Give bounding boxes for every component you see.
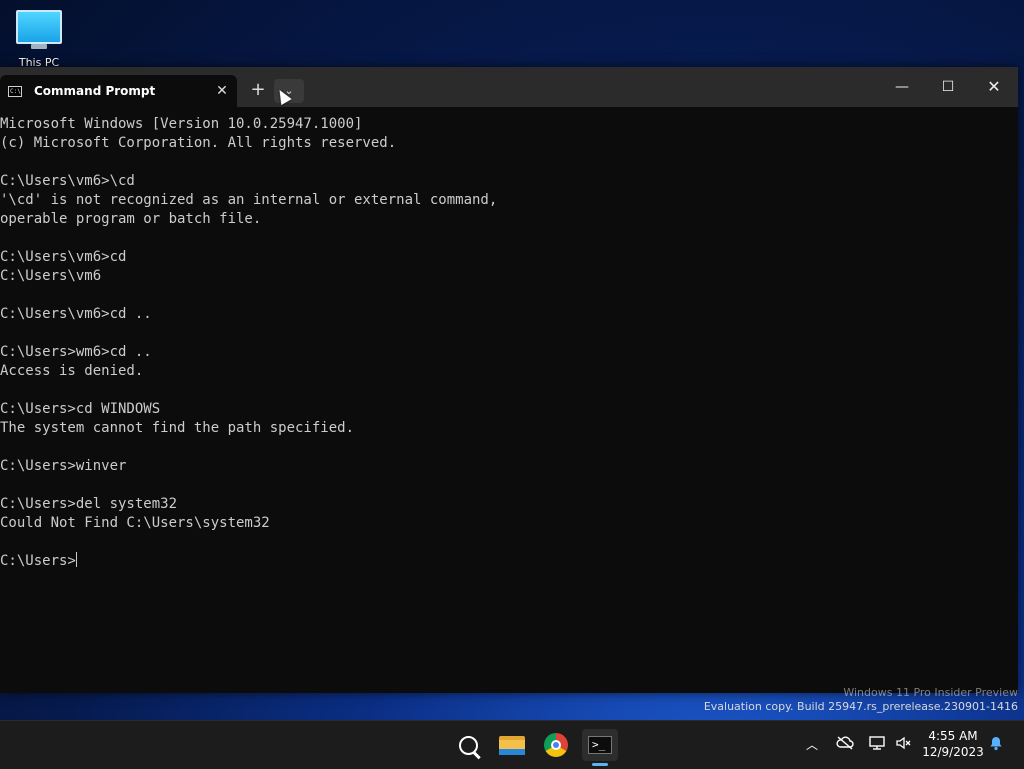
terminal-output[interactable]: Microsoft Windows [Version 10.0.25947.10… [0,115,1018,693]
desktop-icon-this-pc[interactable]: This PC [10,10,68,69]
terminal-line: operable program or batch file. [0,211,262,227]
file-explorer-icon[interactable] [496,729,528,761]
notification-bell-icon[interactable] [988,735,1004,755]
active-app-indicator [592,763,608,766]
clock[interactable]: 4:55 AM 12/9/2023 [920,728,986,760]
tab-close-button[interactable]: ✕ [207,83,237,99]
terminal-line: The system cannot find the path specifie… [0,420,355,436]
watermark-edition: Windows 11 Pro Insider Preview [843,686,1018,699]
maximize-button[interactable]: ☐ [925,67,971,107]
clock-time: 4:55 AM [928,729,978,743]
search-icon[interactable] [452,729,484,761]
tab-command-prompt[interactable]: C:\ Command Prompt ✕ [0,75,237,107]
clock-date: 12/9/2023 [922,745,984,759]
command-prompt-window: C:\ Command Prompt ✕ + ⌄ — ☐ ✕ Microsoft… [0,67,1018,693]
network-icon[interactable] [868,735,886,757]
terminal-line: C:\Users\vm6>cd .. [0,306,152,322]
terminal-line: C:\Users>cd WINDOWS [0,401,161,417]
terminal-line: '\cd' is not recognized as an internal o… [0,192,498,208]
tab-title: Command Prompt [34,84,156,98]
terminal-line: C:\Users>wm6>cd .. [0,344,152,360]
close-button[interactable]: ✕ [971,67,1017,107]
watermark-build: Evaluation copy. Build 25947.rs_prerelea… [703,700,1018,713]
terminal-prompt: C:\Users> [0,553,76,569]
terminal-line: C:\Users>winver [0,458,127,474]
terminal-line: Access is denied. [0,363,144,379]
terminal-prompt-line[interactable]: C:\Users> [0,552,1018,571]
terminal-line: C:\Users\vm6>\cd [0,173,135,189]
text-caret [75,552,77,567]
terminal-line: C:\Users>del system32 [0,496,178,512]
terminal-line: (c) Microsoft Corporation. All rights re… [0,135,397,151]
terminal-line: C:\Users\vm6>cd [0,249,127,265]
volume-muted-icon[interactable] [895,735,913,757]
cmd-icon: C:\ [8,85,22,97]
terminal-line: Could Not Find C:\Users\system32 [0,515,270,531]
show-hidden-icons-chevron-icon[interactable]: ︿ [806,735,818,755]
taskbar: >_ ︿ 4:55 AM 12/9/2023 [0,720,1024,769]
minimize-button[interactable]: — [879,67,925,107]
computer-icon [16,10,62,49]
title-bar[interactable]: C:\ Command Prompt ✕ + ⌄ — ☐ ✕ [0,67,1018,107]
windows-start-icon[interactable] [408,733,432,757]
chrome-icon[interactable] [540,729,572,761]
cloud-offline-icon[interactable] [836,735,854,757]
terminal-line: C:\Users\vm6 [0,268,102,284]
terminal-line: Microsoft Windows [Version 10.0.25947.10… [0,116,363,132]
evaluation-watermark: Windows 11 Pro Insider Preview Evaluatio… [704,686,1018,714]
terminal-icon[interactable]: >_ [582,729,618,761]
new-tab-button[interactable]: + [244,79,272,103]
